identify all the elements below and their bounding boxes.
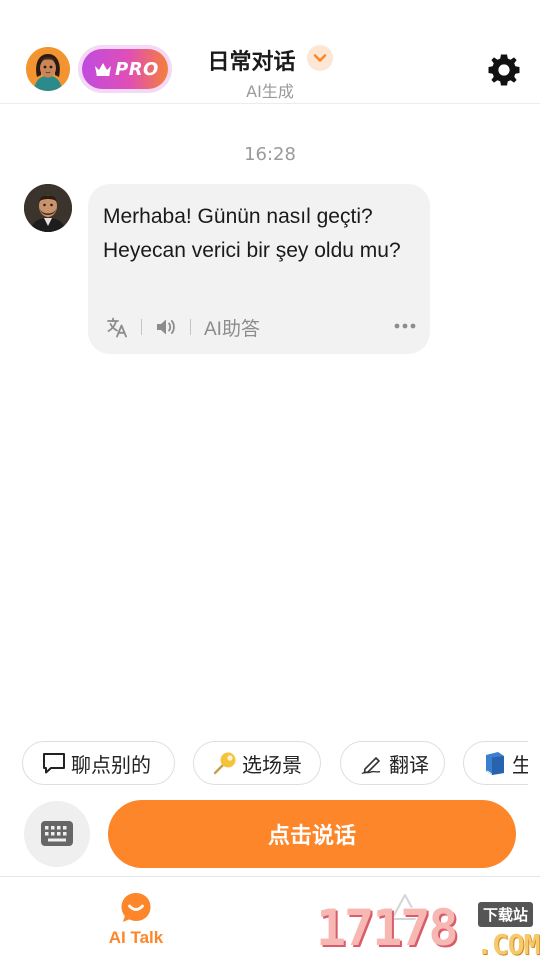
- speech-bubble-icon: [41, 750, 67, 776]
- chip-translate[interactable]: 翻译: [340, 741, 445, 785]
- nav-item-ai-talk[interactable]: AI Talk: [96, 891, 176, 948]
- pro-badge-inner: PRO: [82, 49, 168, 89]
- ai-talk-chat-icon: [121, 893, 151, 922]
- crown-icon: [95, 63, 111, 76]
- watermark-suffix: .COM: [476, 928, 540, 960]
- bot-message-text[interactable]: Merhaba! Günün nasıl geçti? Heyecan veri…: [103, 200, 421, 268]
- bot-avatar-image: [24, 184, 72, 232]
- page-title: 日常对话: [207, 50, 296, 75]
- key-pin-icon: [212, 750, 238, 776]
- chip-label: 生: [512, 749, 528, 778]
- chip-generate[interactable]: 生: [463, 741, 528, 785]
- chevron-down-icon[interactable]: [306, 45, 333, 71]
- more-options-icon[interactable]: [394, 318, 416, 332]
- bot-message-bubble: Merhaba! Günün nasıl geçti? Heyecan veri…: [88, 184, 430, 354]
- nav-label-ai-talk: AI Talk: [108, 928, 164, 947]
- keyboard-icon: [41, 821, 73, 846]
- chip-label: 翻译: [389, 752, 429, 777]
- pro-badge[interactable]: PRO: [78, 45, 172, 93]
- bot-avatar[interactable]: [24, 184, 72, 232]
- pro-label: PRO: [115, 58, 159, 80]
- gear-icon: [488, 54, 520, 86]
- ai-generated-label: AI生成: [246, 82, 294, 101]
- site-watermark: 17178 下载站 .COM: [316, 898, 540, 960]
- settings-button[interactable]: [486, 52, 522, 88]
- tap-to-speak-button[interactable]: 点击说话: [108, 800, 516, 868]
- divider: [190, 319, 191, 335]
- blue-book-icon: [482, 750, 508, 776]
- ai-answer-button[interactable]: AI助答: [204, 314, 260, 341]
- quick-suggestions: 聊点别的 选场景 翻译 生: [0, 741, 528, 787]
- chip-label: 聊点别的: [71, 752, 151, 777]
- user-avatar-image: [26, 47, 70, 91]
- keyboard-toggle-button[interactable]: [24, 801, 90, 867]
- chip-choose-scene[interactable]: 选场景: [193, 741, 321, 785]
- divider: [141, 319, 142, 335]
- chip-chat-other[interactable]: 聊点别的: [22, 741, 175, 785]
- watermark-tag: 下载站: [478, 902, 534, 927]
- watermark-number: 17178: [316, 899, 459, 957]
- user-avatar[interactable]: [26, 47, 70, 91]
- message-actions: AI助答: [106, 314, 260, 340]
- top-bar: PRO 日常对话 AI生成: [0, 0, 540, 104]
- message-timestamp: 16:28: [244, 144, 296, 165]
- chip-label: 选场景: [242, 752, 302, 777]
- scenario-title[interactable]: 日常对话: [180, 44, 360, 76]
- translate-icon[interactable]: [106, 316, 128, 338]
- speak-button-label: 点击说话: [267, 824, 356, 849]
- speaker-icon[interactable]: [155, 316, 177, 338]
- pen-writing-icon: [359, 750, 385, 776]
